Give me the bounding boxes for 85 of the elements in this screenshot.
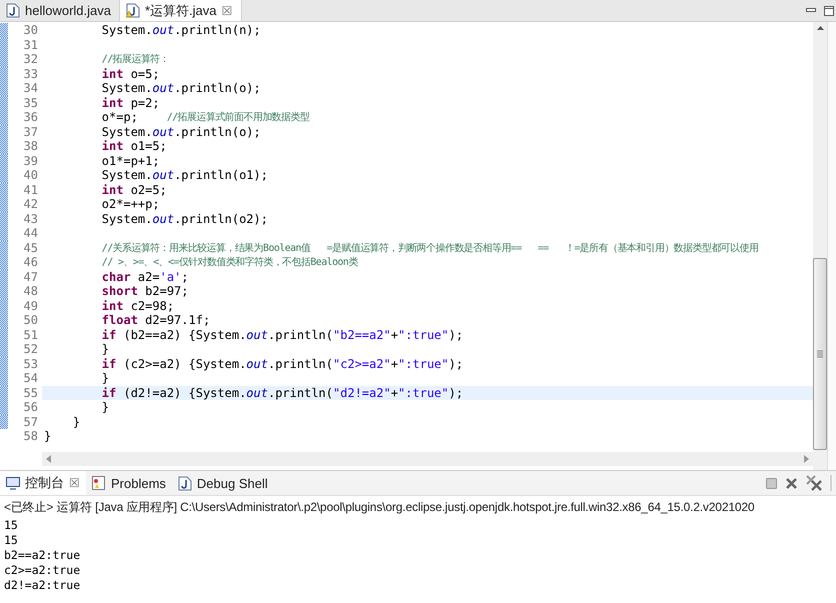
line-number: 52 [22, 342, 39, 356]
line-number: 38 [22, 139, 39, 154]
line-number: 37 [22, 124, 39, 139]
code-line: //关系运算符：用来比较运算，结果为Boolean值 =是赋值运算符，判断两个操作数是否相等用== == ！=是所有（基本和引用）数据类型都可以使用 [100, 242, 760, 255]
line-number: 50 [22, 313, 39, 328]
line-number: 33 [22, 66, 39, 81]
console-status: <已终止> 运算符 [Java 应用程序] C:\Users\Administrator\.p2\pool\plugins\org.eclipse.justj.openjdk.hotspot.jre.full.win32.x86_64_15.0.2.v2021020 [3, 499, 756, 516]
scroll-left-icon[interactable] [46, 455, 51, 463]
line-number: 30 [22, 23, 39, 38]
horizontal-scrollbar[interactable] [42, 452, 813, 466]
code-line: o1*=p+1; [100, 154, 161, 168]
code-line: int p=2; [100, 96, 161, 110]
maximize-icon[interactable] [824, 6, 834, 16]
line-number: 43 [22, 212, 39, 226]
code-line: char a2='a'; [100, 270, 190, 284]
view-tab[interactable]: 控制台 ☒ [0, 471, 86, 495]
line-number: 55 [22, 386, 39, 400]
minimize-icon[interactable] [806, 8, 816, 13]
remove-all-icon[interactable] [806, 475, 822, 491]
code-line: System.out.println(n); [100, 23, 262, 38]
code-line: if (c2>=a2) {System.out.println("c2>=a2"+":true"); [100, 356, 464, 371]
code-line: float d2=97.1f; [100, 313, 212, 328]
shell-icon [178, 476, 192, 490]
code-line: int o1=5; [100, 139, 168, 154]
line-number: 49 [22, 298, 39, 313]
line-number: 32 [22, 52, 39, 66]
vertical-scrollbar[interactable] [813, 22, 827, 470]
toolbar-separator-icon [830, 475, 832, 491]
code-line: System.out.println(o1); [100, 168, 269, 182]
remove-icon[interactable] [785, 476, 798, 490]
terminate-icon[interactable] [766, 478, 777, 488]
line-number: 53 [22, 356, 39, 371]
code-line: int c2=98; [100, 298, 176, 313]
code-line: if (b2==a2) {System.out.println("b2==a2"+":true"); [100, 328, 464, 342]
line-number: 42 [22, 197, 39, 212]
code-line: // >、>=、<、<=仅针对数值类和字符类，不包括Bealoon类 [100, 256, 359, 270]
code-line: System.out.println(o); [100, 124, 262, 139]
problems-icon [92, 476, 106, 490]
code-line: o*=p; //拓展运算式前面不用加数据类型 [100, 110, 310, 124]
line-number: 57 [22, 414, 39, 429]
line-number: 40 [22, 168, 39, 182]
view-tab[interactable]: Debug Shell [172, 471, 274, 495]
java-file-icon [6, 3, 20, 18]
code-line: } [43, 429, 52, 444]
console-output-line: c2>=a2:true [3, 563, 82, 578]
line-number: 31 [22, 38, 39, 52]
line-number: 39 [22, 154, 39, 168]
console-output-line: 15 [3, 518, 19, 533]
line-number: 48 [22, 284, 39, 298]
scrollbar-thumb[interactable] [813, 258, 827, 450]
code-line: } [100, 400, 110, 414]
console-icon [6, 476, 20, 490]
code-line: int o=5; [100, 66, 161, 81]
line-number: 54 [22, 371, 39, 386]
console-output-line: b2==a2:true [3, 548, 82, 563]
line-number: 44 [22, 226, 39, 240]
editor-tab[interactable]: helloworld.java [0, 0, 120, 21]
console-output-line: d2!=a2:true [3, 578, 82, 593]
line-number: 51 [22, 328, 39, 342]
close-icon[interactable]: ☒ [69, 476, 80, 490]
line-number: 47 [22, 270, 39, 284]
code-line: o2*=++p; [100, 197, 161, 212]
view-tab[interactable]: Problems [86, 471, 172, 495]
scroll-right-icon[interactable] [804, 455, 809, 463]
editor-tab[interactable]: *运算符.java ☒ [120, 0, 242, 21]
java-file-icon [126, 3, 140, 18]
code-line: int o2=5; [100, 182, 168, 197]
scroll-up-icon[interactable] [816, 26, 824, 30]
code-line: } [100, 371, 110, 386]
line-number: 56 [22, 400, 39, 414]
close-icon[interactable]: ☒ [222, 4, 233, 18]
line-number: 34 [22, 81, 39, 96]
line-number: 35 [22, 96, 39, 110]
console-output-line: 15 [3, 533, 19, 548]
code-line: } [100, 342, 110, 356]
line-number: 45 [22, 240, 39, 255]
code-line: } [72, 414, 82, 429]
code-line: System.out.println(o2); [100, 212, 269, 226]
code-line: //拓展运算符： [100, 52, 170, 66]
code-line: short b2=97; [100, 284, 190, 298]
line-number: 58 [22, 429, 39, 444]
line-number: 41 [22, 182, 39, 197]
line-number: 46 [22, 255, 39, 270]
line-number: 36 [22, 110, 39, 124]
code-line: System.out.println(o); [100, 81, 262, 96]
